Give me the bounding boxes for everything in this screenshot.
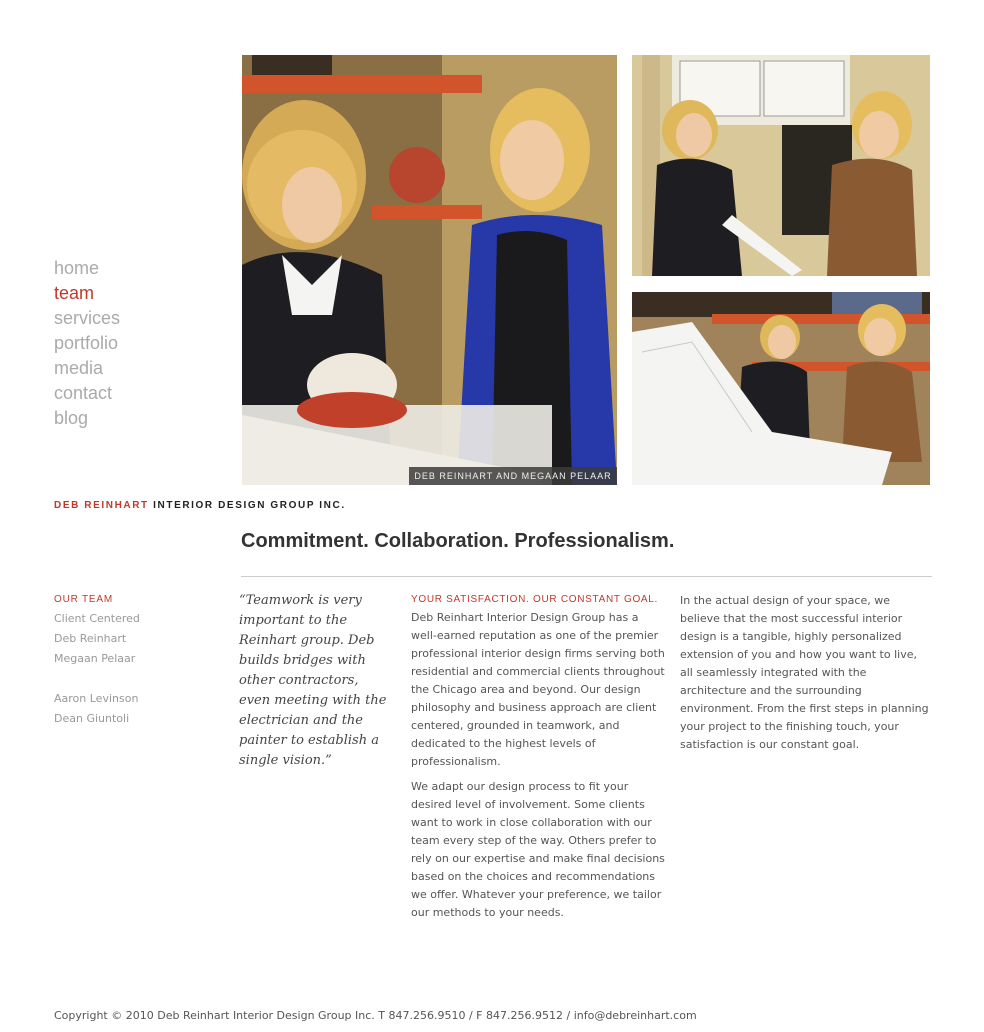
team-photo-top-right [632, 55, 930, 276]
nav-home[interactable]: home [54, 256, 99, 280]
team-photo-bottom-right [632, 292, 930, 485]
middle-paragraph-1: Deb Reinhart Interior Design Group has a… [411, 611, 665, 768]
middle-column: Deb Reinhart Interior Design Group has a… [411, 609, 666, 922]
divider [241, 576, 932, 577]
nav-services[interactable]: services [54, 306, 120, 330]
nav-team[interactable]: team [54, 281, 94, 305]
company-brand: DEB REINHART INTERIOR DESIGN GROUP INC. [54, 500, 346, 511]
satisfaction-heading: YOUR SATISFACTION. OUR CONSTANT GOAL. [411, 594, 659, 605]
footer-email-link[interactable]: info@debreinhart.com [574, 1009, 697, 1022]
photo-illustration [242, 55, 617, 485]
subnav-heading: OUR TEAM [54, 594, 113, 605]
nav-media[interactable]: media [54, 356, 103, 380]
footer: Copyright © 2010 Deb Reinhart Interior D… [54, 1009, 697, 1022]
footer-copyright: Copyright © 2010 Deb Reinhart Interior D… [54, 1009, 574, 1022]
subnav-megaan-pelaar[interactable]: Megaan Pelaar [54, 652, 135, 665]
team-subnav: Client Centered Deb Reinhart Megaan Pela… [54, 607, 140, 667]
subnav-aaron-levinson[interactable]: Aaron Levinson [54, 692, 138, 705]
nav-portfolio[interactable]: portfolio [54, 331, 118, 355]
brand-company: INTERIOR DESIGN GROUP INC. [153, 500, 346, 511]
subnav-dean-giuntoli[interactable]: Dean Giuntoli [54, 712, 129, 725]
nav-contact[interactable]: contact [54, 381, 112, 405]
photo-caption: DEB REINHART AND MEGAAN PELAAR [409, 467, 617, 485]
page-headline: Commitment. Collaboration. Professionali… [241, 530, 675, 552]
right-paragraph: In the actual design of your space, we b… [680, 594, 929, 751]
middle-paragraph-2: We adapt our design process to fit your … [411, 780, 665, 919]
main-nav: home team services portfolio media conta… [54, 256, 120, 431]
subnav-client-centered[interactable]: Client Centered [54, 612, 140, 625]
nav-blog[interactable]: blog [54, 406, 88, 430]
brand-name: DEB REINHART [54, 500, 149, 511]
photo-illustration [632, 55, 930, 276]
right-column: In the actual design of your space, we b… [680, 592, 932, 754]
team-photo-main: DEB REINHART AND MEGAAN PELAAR [242, 55, 617, 485]
subnav-deb-reinhart[interactable]: Deb Reinhart [54, 632, 126, 645]
team-quote: “Teamwork is very important to the Reinh… [239, 593, 387, 768]
team-subnav-secondary: Aaron Levinson Dean Giuntoli [54, 687, 138, 727]
photo-illustration [632, 292, 930, 485]
